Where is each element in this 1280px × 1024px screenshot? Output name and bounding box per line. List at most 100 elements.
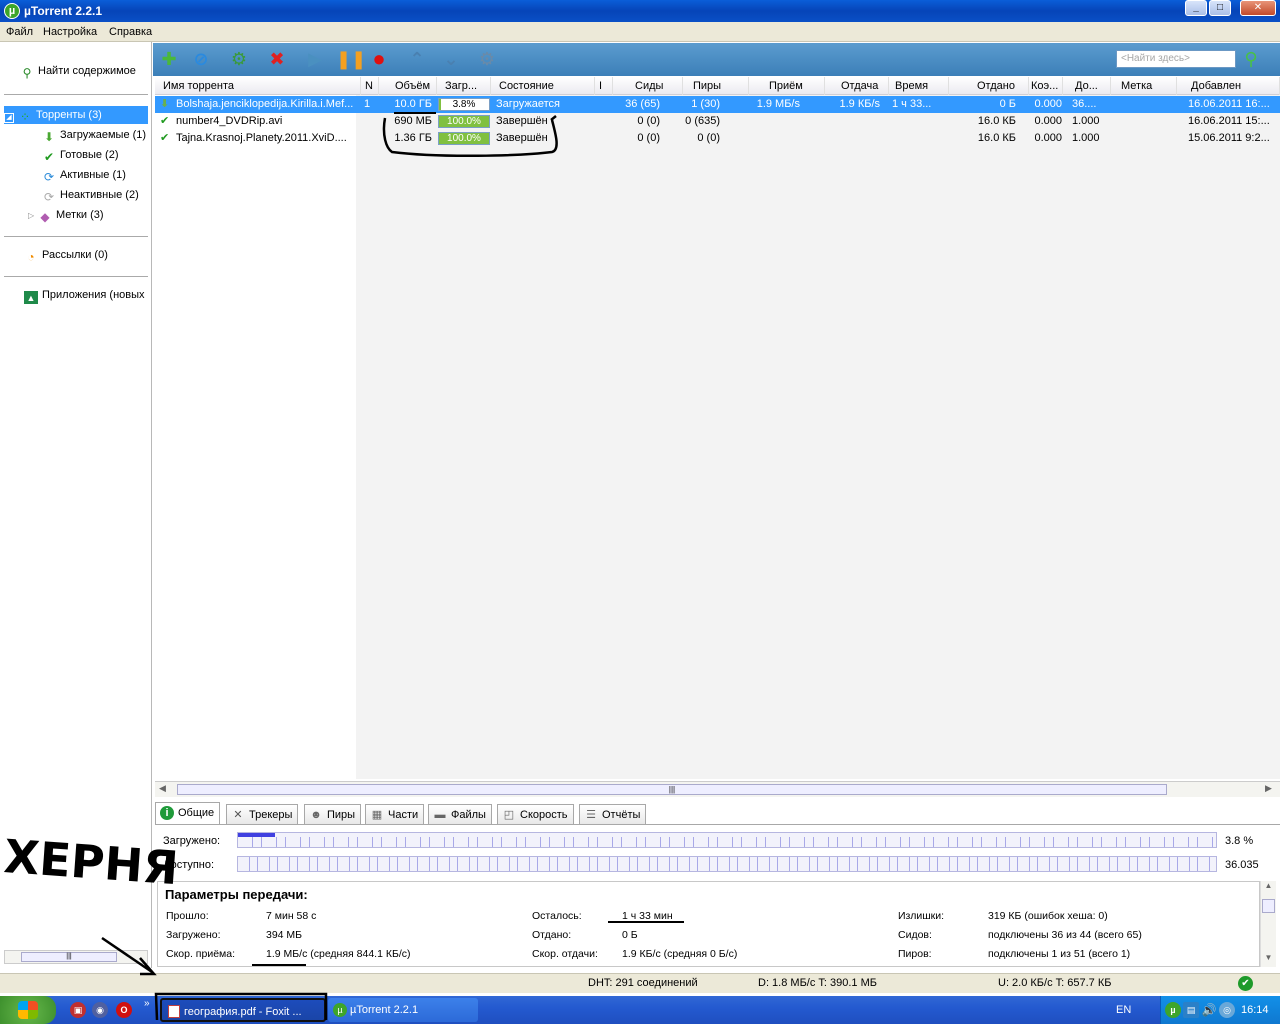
pdf-doc-icon	[168, 1005, 180, 1018]
tray-app-icon[interactable]: ◎	[1219, 1002, 1235, 1018]
menu-file[interactable]: Файл	[6, 26, 33, 38]
torrent-progress-bar: 100.0%	[438, 115, 490, 128]
col-number[interactable]: N	[361, 77, 379, 95]
utorrent-tray-icon[interactable]: µ	[1165, 1002, 1181, 1018]
torrent-row[interactable]: ✔ Tajna.Krasnoj.Planety.2011.XviD.... 1.…	[155, 130, 1280, 147]
quicklaunch-more-icon[interactable]: »	[144, 998, 150, 1009]
opera-icon[interactable]: O	[116, 1002, 132, 1018]
col-uploaded[interactable]: Отдано	[973, 77, 1029, 95]
sidebar-item-inactive[interactable]: ⟳ Неактивные (2)	[42, 186, 139, 204]
add-url-icon[interactable]: ⊘	[189, 47, 213, 71]
maximize-button[interactable]: □	[1209, 0, 1231, 16]
col-up-speed[interactable]: Отдача	[837, 77, 889, 95]
network-icon[interactable]: ▤	[1183, 1002, 1199, 1018]
stop-icon[interactable]: ●	[367, 47, 391, 71]
param-label: Пиров:	[898, 948, 932, 960]
scroll-left-icon[interactable]: ◀	[159, 783, 166, 794]
scroll-up-icon[interactable]: ▲	[1261, 881, 1276, 890]
torrent-peers: 0 (635)	[685, 115, 720, 127]
col-availability[interactable]: До...	[1071, 77, 1111, 95]
tab-trackers[interactable]: ✕ Трекеры	[226, 804, 299, 824]
torrent-row[interactable]: ⬇ Bolshaja.jenciklopedija.Kirilla.i.Mef.…	[155, 96, 1280, 113]
clock[interactable]: 16:14	[1241, 1004, 1269, 1016]
collapse-icon[interactable]: ◢	[4, 113, 14, 123]
col-name[interactable]: Имя торрента	[159, 77, 361, 95]
menu-settings[interactable]: Настройка	[43, 26, 97, 38]
torrent-label	[1115, 130, 1177, 147]
status-download: D: 1.8 МБ/с T: 390.1 МБ	[758, 977, 877, 989]
taskbar-item-utorrent[interactable]: µ µTorrent 2.2.1	[328, 998, 478, 1022]
col-icon[interactable]: I	[595, 77, 613, 95]
tab-speed[interactable]: ◰ Скорость	[497, 804, 574, 824]
list-horizontal-scrollbar[interactable]: ◀ ||| ▶	[155, 781, 1280, 797]
minimize-button[interactable]: _	[1185, 0, 1207, 16]
taskbar-item-foxit[interactable]: география.pdf - Foxit ...	[160, 998, 326, 1022]
start-button[interactable]	[0, 996, 56, 1024]
close-button[interactable]: ✕	[1240, 0, 1276, 16]
scroll-right-icon[interactable]: ▶	[1265, 783, 1272, 794]
expand-icon[interactable]: ▷	[28, 207, 38, 224]
sidebar-item-apps[interactable]: ▲ Приложения (новых	[24, 286, 150, 304]
search-go-icon[interactable]: ⚲	[1239, 47, 1263, 71]
torrent-number: 1	[364, 98, 371, 110]
tab-logger[interactable]: ☰ Отчёты	[579, 804, 647, 824]
col-peers[interactable]: Пиры	[689, 77, 749, 95]
col-added[interactable]: Добавлен	[1187, 77, 1280, 95]
param-value: подключены 1 из 51 (всего 1)	[988, 948, 1131, 960]
torrent-eta	[889, 130, 939, 147]
volume-icon[interactable]: 🔊	[1201, 1002, 1217, 1018]
col-down-speed[interactable]: Приём	[765, 77, 825, 95]
torrent-availability: 1.000	[1072, 115, 1100, 127]
torrent-list-header: Имя торрента N Объём Загр... Состояние I…	[155, 77, 1280, 95]
menu-help[interactable]: Справка	[109, 26, 152, 38]
list-scroll-thumb[interactable]: |||	[177, 784, 1167, 795]
create-torrent-icon[interactable]: ⚙	[227, 47, 251, 71]
down-arrow-icon: ⬇	[43, 130, 55, 144]
param-label: Сидов:	[898, 929, 932, 941]
torrent-number	[361, 130, 381, 147]
col-status[interactable]: Состояние	[495, 77, 595, 95]
sidebar-item-labels[interactable]: ▷ ◆ Метки (3)	[28, 206, 104, 224]
search-input[interactable]: <Найти здесь>	[1116, 50, 1236, 68]
sidebar-scrollbar[interactable]: |||	[4, 950, 148, 964]
sidebar-item-feeds[interactable]: ◔ Рассылки (0)	[24, 246, 108, 264]
move-up-icon[interactable]: ⌃	[405, 47, 429, 71]
quicklaunch-browser-icon[interactable]: ◉	[92, 1002, 108, 1018]
params-vertical-scrollbar[interactable]: ▲ ▼	[1260, 881, 1276, 967]
col-eta[interactable]: Время	[891, 77, 949, 95]
col-ratio[interactable]: Коэ...	[1027, 77, 1063, 95]
language-indicator[interactable]: EN	[1116, 1004, 1131, 1016]
col-done[interactable]: Загр...	[441, 77, 491, 95]
sidebar-divider	[4, 94, 148, 95]
pause-icon[interactable]: ❚❚	[336, 47, 366, 71]
scroll-down-icon[interactable]: ▼	[1261, 953, 1276, 962]
sidebar-item-completed[interactable]: ✔ Готовые (2)	[42, 146, 119, 164]
utorrent-taskbar-icon: µ	[333, 1003, 347, 1017]
tab-files[interactable]: ▬ Файлы	[428, 804, 492, 824]
sidebar-item-active[interactable]: ⟳ Активные (1)	[42, 166, 126, 184]
param-value: 7 мин 58 с	[266, 910, 317, 922]
quicklaunch-app-icon[interactable]: ▣	[70, 1002, 86, 1018]
inactive-refresh-icon: ⟳	[43, 190, 55, 204]
sidebar-item-downloading[interactable]: ⬇ Загружаемые (1)	[42, 126, 146, 144]
preferences-gear-icon[interactable]: ⚙	[475, 47, 499, 71]
add-torrent-icon[interactable]: ✚	[157, 47, 181, 71]
start-icon[interactable]: ▶	[303, 47, 327, 71]
status-bar: DHT: 291 соединений D: 1.8 МБ/с T: 390.1…	[0, 973, 1280, 993]
connection-ok-icon[interactable]: ✔	[1238, 976, 1253, 991]
col-seeds[interactable]: Сиды	[631, 77, 683, 95]
col-label[interactable]: Метка	[1117, 77, 1177, 95]
tab-pieces[interactable]: ▦ Части	[365, 804, 425, 824]
torrent-ratio: 0.000	[1034, 115, 1062, 127]
move-down-icon[interactable]: ⌄	[439, 47, 463, 71]
col-size[interactable]: Объём	[391, 77, 437, 95]
find-content-item[interactable]: ⚲ Найти содержимое	[20, 62, 136, 80]
tab-general[interactable]: i Общие	[155, 802, 221, 824]
params-scroll-thumb[interactable]	[1262, 899, 1275, 913]
tab-peers[interactable]: ☻ Пиры	[304, 804, 362, 824]
torrent-row[interactable]: ✔ number4_DVDRip.avi 690 МБ 100.0% Завер…	[155, 113, 1280, 130]
sidebar-scroll-thumb[interactable]: |||	[21, 952, 117, 962]
sidebar-item-torrents[interactable]: ◢ ⁘ Торренты (3)	[4, 106, 148, 124]
title-bar: µ µTorrent 2.2.1 _ □ ✕	[0, 0, 1280, 22]
remove-icon[interactable]: ✖	[265, 47, 289, 71]
